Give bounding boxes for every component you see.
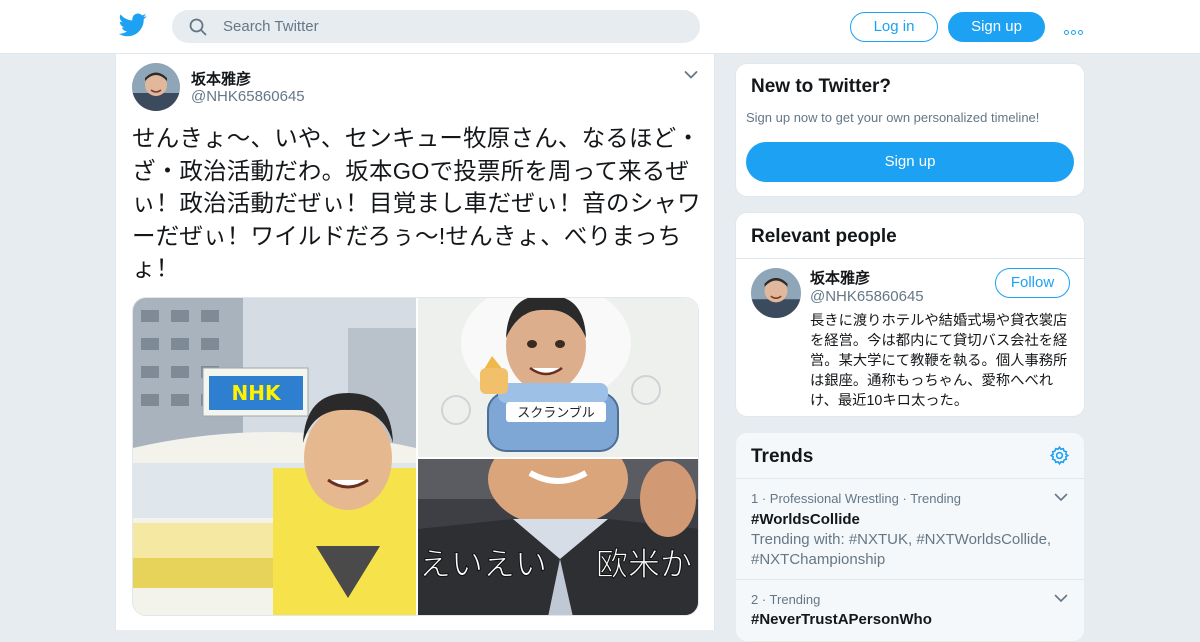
tweet-text: せんきょ〜、いや、センキュー牧原さん、なるほど・ざ・政治活動だわ。坂本GOで投票… xyxy=(132,125,701,281)
photo-caption-left: えいえい xyxy=(419,545,547,583)
trends-card: Trends 1 · Professional Wrestling · Tren… xyxy=(735,432,1085,642)
more-dots-icon[interactable] xyxy=(1064,22,1086,35)
chevron-down-icon[interactable] xyxy=(684,70,698,80)
divider xyxy=(736,258,1084,259)
divider xyxy=(736,478,1084,479)
search-icon xyxy=(189,18,207,36)
search-input[interactable] xyxy=(223,11,683,42)
person-name[interactable]: 坂本雅彦 xyxy=(810,267,870,288)
person-bio: 長きに渡りホテルや結婚式場や貸衣裳店を経営。今は都内にて貸切バス会社を経営。某大… xyxy=(810,313,1068,409)
car-label-text: スクランブル xyxy=(517,405,595,421)
trends-title: Trends xyxy=(751,446,814,467)
divider xyxy=(736,579,1084,580)
trend-meta: 2 · Trending xyxy=(751,592,821,607)
avatar[interactable] xyxy=(132,63,180,111)
person-handle[interactable]: @NHK65860645 xyxy=(810,288,924,305)
follow-button[interactable]: Follow xyxy=(995,268,1070,298)
search-box xyxy=(172,10,700,43)
photo-caption-right: 欧米か xyxy=(596,545,692,583)
tweet-photo-caption[interactable]: えいえい 欧米か xyxy=(418,459,698,615)
tweet-media-grid[interactable]: NHK スクランブル えいえい 欧米か xyxy=(132,297,699,616)
login-button[interactable]: Log in xyxy=(850,12,938,42)
truck-sign-text: NHK xyxy=(232,381,282,405)
new-to-twitter-title: New to Twitter? xyxy=(751,76,892,97)
trend-meta: 1 · Professional Wrestling · Trending xyxy=(751,491,962,506)
new-to-twitter-card: New to Twitter? Sign up now to get your … xyxy=(735,63,1085,197)
avatar[interactable] xyxy=(751,268,801,318)
trend-hashtag[interactable]: #NeverTrustAPersonWho xyxy=(751,611,932,628)
trend-hashtag[interactable]: #WorldsCollide xyxy=(751,511,860,528)
author-name[interactable]: 坂本雅彦 xyxy=(191,68,251,89)
tweet-photo-selfie-truck[interactable]: NHK xyxy=(133,298,416,615)
tweet: 坂本雅彦 @NHK65860645 せんきょ〜、いや、センキュー牧原さん、なるほ… xyxy=(115,54,715,630)
tweet-photo-car-sticker[interactable]: スクランブル xyxy=(418,298,698,457)
top-navigation-bar: Log in Sign up xyxy=(0,0,1200,54)
chevron-down-icon[interactable] xyxy=(1054,493,1068,502)
relevant-people-title: Relevant people xyxy=(751,226,897,247)
gear-icon[interactable] xyxy=(1049,445,1070,466)
sidebar-signup-button[interactable]: Sign up xyxy=(746,142,1074,182)
trend-related: Trending with: #NXTUK, #NXTWorldsCollide… xyxy=(751,531,1052,568)
author-handle[interactable]: @NHK65860645 xyxy=(191,88,305,105)
relevant-people-card: Relevant people 坂本雅彦 @NHK65860645 Follow… xyxy=(735,212,1085,417)
new-to-twitter-subtitle: Sign up now to get your own personalized… xyxy=(746,110,1040,125)
twitter-bird-icon[interactable] xyxy=(119,13,147,37)
chevron-down-icon[interactable] xyxy=(1054,594,1068,603)
signup-button[interactable]: Sign up xyxy=(948,12,1045,42)
